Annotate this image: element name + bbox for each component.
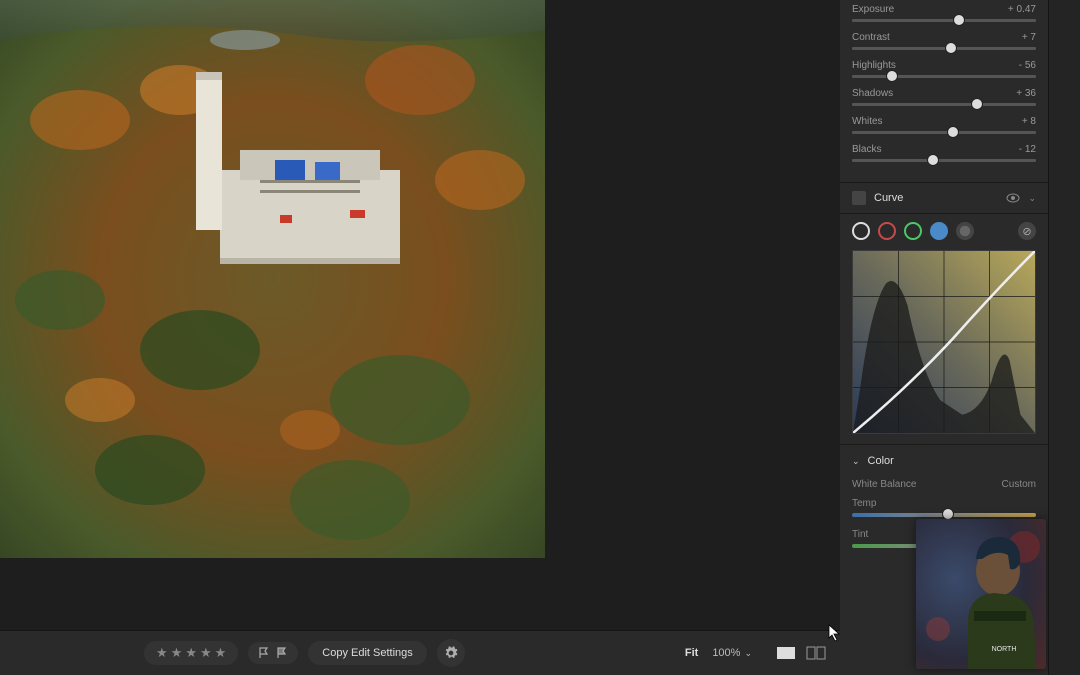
image-viewport[interactable] [0, 0, 840, 630]
flag-reject-icon[interactable] [276, 647, 288, 659]
slider-whites[interactable]: Whites+ 8 [852, 116, 1036, 134]
compare-view-icon[interactable] [806, 646, 826, 660]
slider-shadows[interactable]: Shadows+ 36 [852, 88, 1036, 106]
white-balance-value: Custom [1002, 479, 1036, 490]
preview-thumbnail-overlay[interactable]: NORTH [916, 519, 1046, 669]
edit-panel: Exposure+ 0.47 Contrast+ 7 Highlights- 5… [840, 0, 1048, 675]
curve-channel-red[interactable] [878, 222, 896, 240]
curve-panel-label: Curve [874, 192, 998, 204]
svg-text:NORTH: NORTH [992, 646, 1017, 653]
right-tool-rail [1048, 0, 1080, 675]
white-balance-label: White Balance [852, 479, 916, 490]
settings-button[interactable] [437, 639, 465, 667]
star-5-icon[interactable]: ★ [215, 645, 227, 661]
star-4-icon[interactable]: ★ [200, 645, 212, 661]
rating-stars[interactable]: ★ ★ ★ ★ ★ [144, 641, 238, 665]
gear-icon [444, 646, 458, 660]
tone-curve[interactable] [852, 250, 1036, 434]
curve-param-icon[interactable] [956, 222, 974, 240]
curve-channel-luma[interactable] [852, 222, 870, 240]
white-balance-row[interactable]: White Balance Custom [840, 475, 1048, 494]
fit-label[interactable]: Fit [685, 647, 698, 659]
curve-channel-row: ⊘ [840, 214, 1048, 246]
star-3-icon[interactable]: ★ [185, 645, 197, 661]
bottom-toolbar: ★ ★ ★ ★ ★ Copy Edit Settings Fit 100% ⌄ [0, 630, 840, 675]
star-1-icon[interactable]: ★ [156, 645, 168, 661]
chevron-down-icon: ⌄ [744, 648, 752, 659]
main-canvas-area: ★ ★ ★ ★ ★ Copy Edit Settings Fit 100% ⌄ [0, 0, 840, 675]
flag-group[interactable] [248, 642, 298, 664]
slider-contrast[interactable]: Contrast+ 7 [852, 32, 1036, 50]
star-2-icon[interactable]: ★ [171, 645, 183, 661]
curve-panel-icon [852, 191, 866, 205]
zoom-value: 100% [712, 647, 740, 659]
color-panel-header[interactable]: ⌄ Color [840, 444, 1048, 475]
curve-reset-button[interactable]: ⊘ [1018, 222, 1036, 240]
copy-edit-settings-button[interactable]: Copy Edit Settings [308, 641, 427, 665]
curve-channel-blue[interactable] [930, 222, 948, 240]
slider-highlights[interactable]: Highlights- 56 [852, 60, 1036, 78]
chevron-down-icon[interactable]: ⌄ [1028, 193, 1036, 204]
color-panel-label: Color [868, 455, 894, 467]
edited-photo [0, 0, 545, 558]
single-view-icon[interactable] [776, 646, 796, 660]
curve-channel-green[interactable] [904, 222, 922, 240]
flag-pick-icon[interactable] [258, 647, 270, 659]
chevron-down-icon: ⌄ [852, 456, 860, 467]
slider-exposure[interactable]: Exposure+ 0.47 [852, 4, 1036, 22]
light-sliders: Exposure+ 0.47 Contrast+ 7 Highlights- 5… [840, 0, 1048, 182]
curve-panel-header[interactable]: Curve ⌄ [840, 182, 1048, 214]
zoom-dropdown[interactable]: 100% ⌄ [712, 647, 752, 659]
slider-blacks[interactable]: Blacks- 12 [852, 144, 1036, 162]
visibility-toggle-icon[interactable] [1006, 193, 1020, 203]
